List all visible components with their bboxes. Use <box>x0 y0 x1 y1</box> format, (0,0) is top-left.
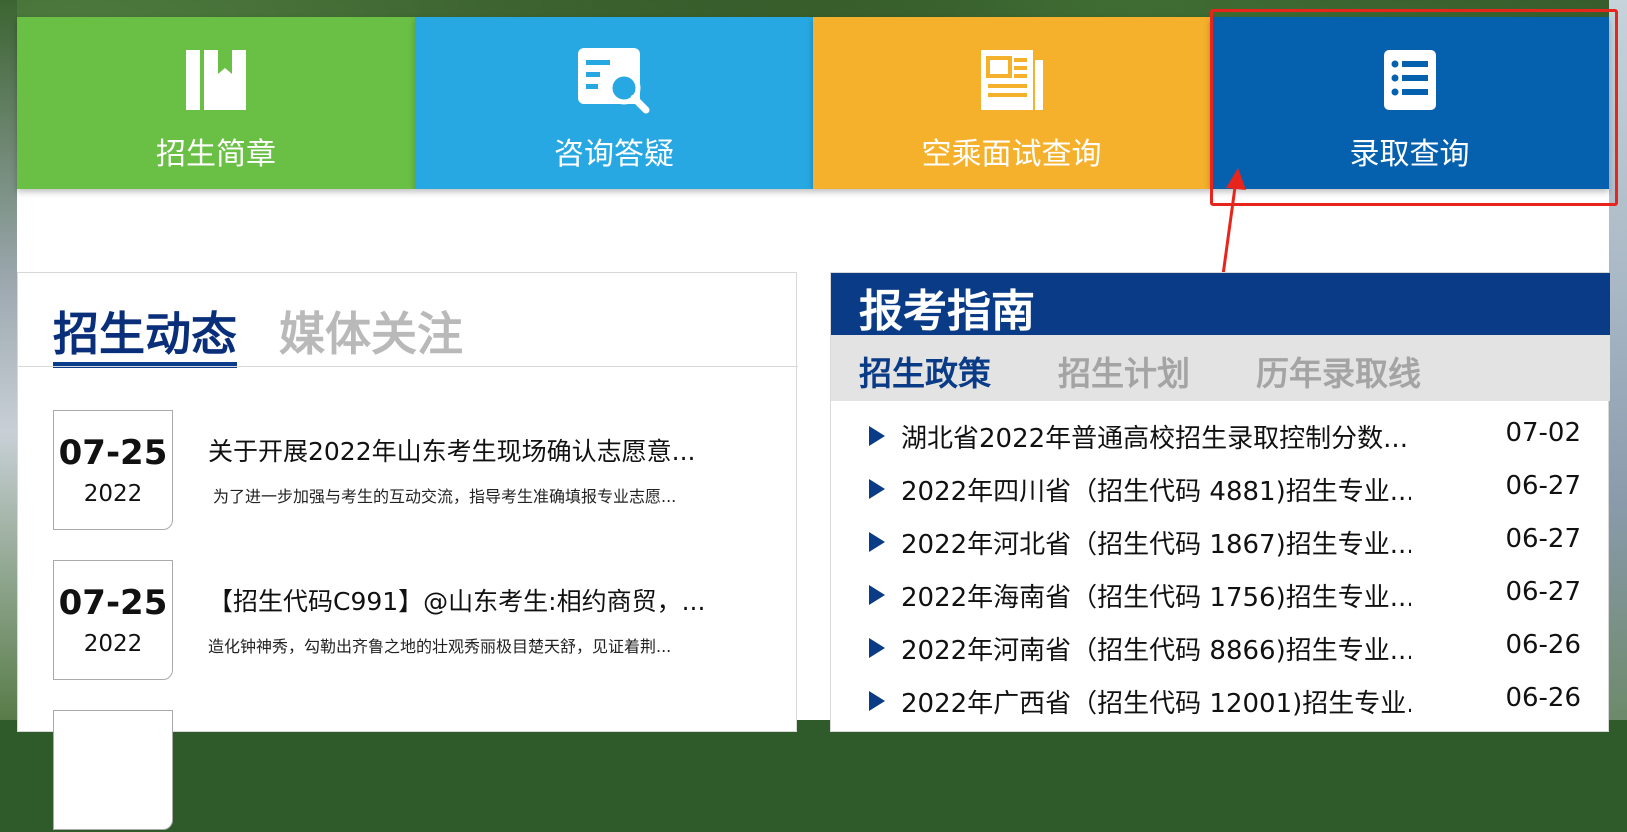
list-item[interactable]: 2022年河北省（招生代码 1867)招生专业... 06-27 <box>869 522 1581 562</box>
guide-item-date: 06-27 <box>1505 471 1581 501</box>
list-item[interactable]: 湖北省2022年普通高校招生录取控制分数... 07-02 <box>869 416 1581 456</box>
date-year: 2022 <box>83 631 143 657</box>
guide-item-date: 06-26 <box>1505 683 1581 713</box>
list-item[interactable] <box>53 710 773 832</box>
list-item[interactable]: 2022年广西省（招生代码 12001)招生专业... 06-26 <box>869 681 1581 721</box>
date-month-day: 07-25 <box>58 583 168 623</box>
tile-label: 咨询答疑 <box>554 137 674 172</box>
list-item[interactable]: 2022年河南省（招生代码 8866)招生专业... 06-26 <box>869 628 1581 668</box>
tab-admission-plan[interactable]: 招生计划 <box>1058 347 1190 395</box>
book-icon <box>184 45 248 115</box>
guide-item-title[interactable]: 2022年海南省（招生代码 1756)招生专业... <box>901 577 1411 614</box>
list-item[interactable]: 07-25 2022 关于开展2022年山东考生现场确认志愿意... 为了进一步… <box>53 410 773 532</box>
date-month-day: 07-25 <box>58 433 168 473</box>
tab-media-attention[interactable]: 媒体关注 <box>279 298 463 368</box>
bullet-triangle-icon <box>869 638 885 658</box>
tile-label: 招生简章 <box>156 137 276 172</box>
news-title-link[interactable]: 【招生代码C991】@山东考生:相约商贸，... <box>208 582 768 618</box>
guide-item-date: 07-02 <box>1505 418 1581 448</box>
date-badge: 07-25 2022 <box>53 560 173 680</box>
news-panel: 招生动态 媒体关注 07-25 2022 关于开展2022年山东考生现场确认志愿… <box>17 272 798 830</box>
date-badge: 07-25 2022 <box>53 410 173 530</box>
date-badge <box>53 710 173 830</box>
list-item[interactable]: 2022年海南省（招生代码 1756)招生专业... 06-27 <box>869 575 1581 615</box>
news-summary: 造化钟神秀，勾勒出齐鲁之地的壮观秀丽极目楚天舒，见证着荆... <box>208 637 672 656</box>
highlight-box <box>1210 9 1618 206</box>
guide-item-title[interactable]: 2022年广西省（招生代码 12001)招生专业... <box>901 683 1411 720</box>
divider <box>18 366 798 367</box>
guide-item-date: 06-27 <box>1505 524 1581 554</box>
bullet-triangle-icon <box>869 532 885 552</box>
bullet-triangle-icon <box>869 479 885 499</box>
guide-item-date: 06-26 <box>1505 630 1581 660</box>
search-doc-icon <box>576 45 652 115</box>
guide-item-title[interactable]: 2022年河南省（招生代码 8866)招生专业... <box>901 630 1411 667</box>
news-tabs: 招生动态 媒体关注 <box>53 298 505 368</box>
list-item[interactable]: 2022年四川省（招生代码 4881)招生专业... 06-27 <box>869 469 1581 509</box>
tile-admission-brochure[interactable]: 招生简章 <box>17 17 415 189</box>
date-year: 2022 <box>83 481 143 507</box>
guide-item-title[interactable]: 2022年四川省（招生代码 4881)招生专业... <box>901 471 1411 508</box>
guide-item-date: 06-27 <box>1505 577 1581 607</box>
tab-admission-policy[interactable]: 招生政策 <box>859 347 991 395</box>
bullet-triangle-icon <box>869 691 885 711</box>
tile-label: 空乘面试查询 <box>921 137 1102 172</box>
bullet-triangle-icon <box>869 426 885 446</box>
background-photo-left <box>0 0 17 720</box>
news-title-link[interactable]: 关于开展2022年山东考生现场确认志愿意... <box>208 432 768 468</box>
tile-interview-query[interactable]: 空乘面试查询 <box>813 17 1210 189</box>
guide-panel: 报考指南 招生政策 招生计划 历年录取线 湖北省2022年普通高校招生录取控制分… <box>830 272 1610 732</box>
bullet-triangle-icon <box>869 585 885 605</box>
newspaper-icon <box>979 45 1045 115</box>
guide-title: 报考指南 <box>859 286 1035 337</box>
guide-item-title[interactable]: 湖北省2022年普通高校招生录取控制分数... <box>901 418 1411 455</box>
tab-admission-news[interactable]: 招生动态 <box>53 298 237 368</box>
guide-header: 报考指南 <box>831 273 1610 337</box>
guide-item-title[interactable]: 2022年河北省（招生代码 1867)招生专业... <box>901 524 1411 561</box>
guide-tabs: 招生政策 招生计划 历年录取线 <box>831 335 1610 401</box>
news-summary: 为了进一步加强与考生的互动交流，指导考生准确填报专业志愿... <box>213 487 677 506</box>
tab-historical-scores[interactable]: 历年录取线 <box>1256 347 1421 395</box>
list-item[interactable]: 07-25 2022 【招生代码C991】@山东考生:相约商贸，... 造化钟神… <box>53 560 773 682</box>
tile-consultation[interactable]: 咨询答疑 <box>415 17 813 189</box>
